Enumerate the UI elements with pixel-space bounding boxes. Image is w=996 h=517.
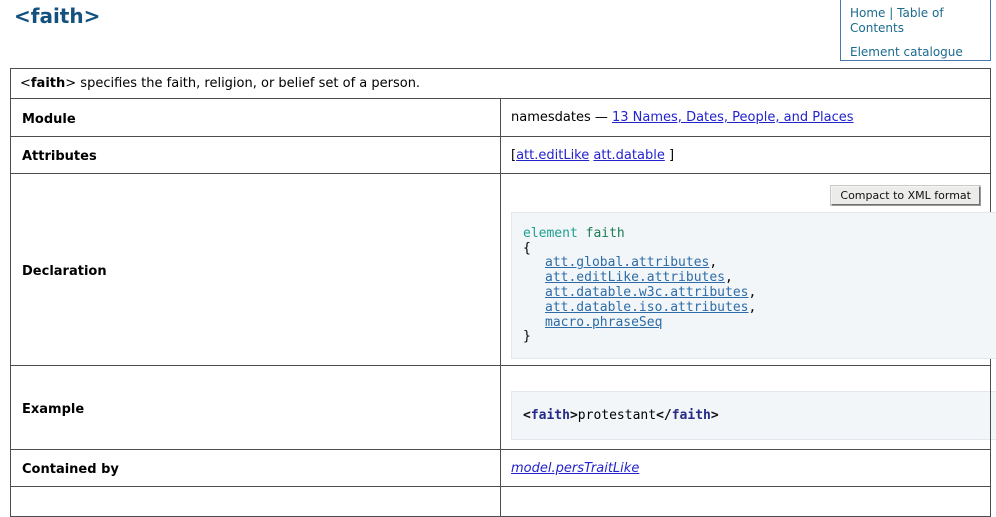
- declaration-row: Declaration Compact to XML format elemen…: [11, 174, 991, 366]
- description-tag-open: <: [20, 76, 31, 91]
- declaration-ref-suffix: ,: [749, 300, 757, 315]
- declaration-ref-line: att.editLike.attributes,: [523, 271, 996, 286]
- declaration-link-macro-phraseseq[interactable]: macro.phraseSeq: [545, 315, 662, 330]
- declaration-link-att-editlike-attributes[interactable]: att.editLike.attributes: [545, 270, 725, 285]
- site-nav-box: Home | Table of Contents Element catalog…: [840, 0, 991, 61]
- nav-line-1: Home | Table of Contents: [850, 6, 982, 36]
- example-start-open: <: [523, 408, 531, 423]
- declaration-ref-line: macro.phraseSeq: [523, 316, 996, 331]
- description-row: <faith> specifies the faith, religion, o…: [11, 69, 991, 99]
- truncated-next-row-label: [11, 487, 501, 517]
- attribute-class-link-datable[interactable]: att.datable: [593, 148, 664, 163]
- compact-to-xml-button[interactable]: Compact to XML format: [831, 186, 980, 205]
- attributes-row-value: [att.editLike att.datable ]: [501, 137, 991, 174]
- truncated-next-row-value: [501, 487, 991, 517]
- declaration-link-att-datable-iso-attributes[interactable]: att.datable.iso.attributes: [545, 300, 749, 315]
- declaration-code-block: element faith { att.global.attributes, a…: [511, 212, 996, 359]
- attributes-row: Attributes [att.editLike att.datable ]: [11, 137, 991, 174]
- contained-by-row-label: Contained by: [11, 450, 501, 487]
- declaration-ref-suffix: ,: [725, 270, 733, 285]
- example-row-label: Example: [11, 366, 501, 450]
- example-start-close: >: [570, 408, 578, 423]
- nav-line-2: Element catalogue: [850, 45, 982, 60]
- declaration-ref-suffix: ,: [709, 255, 717, 270]
- declaration-row-value: Compact to XML format element faith { at…: [501, 174, 991, 366]
- module-chapter-link[interactable]: 13 Names, Dates, People, and Places: [612, 110, 854, 125]
- description-text: specifies the faith, religion, or belief…: [76, 76, 420, 91]
- description-tag-close: >: [65, 76, 76, 91]
- declaration-ref-suffix: ,: [749, 285, 757, 300]
- module-row-value: namesdates — 13 Names, Dates, People, an…: [501, 99, 991, 137]
- declaration-ref-line: att.datable.w3c.attributes,: [523, 286, 996, 301]
- contained-by-row: Contained by model.persTraitLike: [11, 450, 991, 487]
- nav-link-element-catalogue[interactable]: Element catalogue: [850, 45, 963, 59]
- module-name-text: namesdates —: [511, 110, 612, 125]
- declaration-row-label: Declaration: [11, 174, 501, 366]
- element-reference-table: <faith> specifies the faith, religion, o…: [10, 68, 991, 517]
- module-row-label: Module: [11, 99, 501, 137]
- page-title: <faith>: [14, 4, 100, 28]
- description-tag-name: faith: [31, 76, 65, 91]
- example-end-tag: faith: [672, 408, 711, 423]
- declaration-open-brace: {: [523, 242, 996, 257]
- attribute-class-link-editlike[interactable]: att.editLike: [516, 148, 589, 163]
- nav-link-home[interactable]: Home: [850, 6, 885, 20]
- truncated-next-row: [11, 487, 991, 517]
- declaration-link-att-global-attributes[interactable]: att.global.attributes: [545, 255, 709, 270]
- declaration-ref-line: att.datable.iso.attributes,: [523, 301, 996, 316]
- declaration-ref-line: att.global.attributes,: [523, 256, 996, 271]
- declaration-line-element: element faith: [523, 227, 996, 242]
- contained-by-link-model-perstraitlike[interactable]: model.persTraitLike: [511, 461, 639, 476]
- example-end-open: </: [656, 408, 672, 423]
- example-content-text: protestant: [578, 408, 656, 423]
- nav-separator: |: [889, 6, 893, 20]
- module-row: Module namesdates — 13 Names, Dates, Peo…: [11, 99, 991, 137]
- rnc-keyword: element: [523, 226, 578, 241]
- example-end-close: >: [711, 408, 719, 423]
- element-description: <faith> specifies the faith, religion, o…: [11, 69, 991, 99]
- declaration-link-att-datable-w3c-attributes[interactable]: att.datable.w3c.attributes: [545, 285, 749, 300]
- example-start-tag: faith: [531, 408, 570, 423]
- declaration-close-brace: }: [523, 330, 996, 345]
- contained-by-row-value: model.persTraitLike: [501, 450, 991, 487]
- example-code-block: <faith>protestant</faith>: [511, 391, 996, 441]
- example-row: Example <faith>protestant</faith>: [11, 366, 991, 450]
- attributes-bracket-close: ]: [665, 148, 674, 163]
- example-row-value: <faith>protestant</faith>: [501, 366, 991, 450]
- attributes-row-label: Attributes: [11, 137, 501, 174]
- rnc-element-name: faith: [586, 226, 625, 241]
